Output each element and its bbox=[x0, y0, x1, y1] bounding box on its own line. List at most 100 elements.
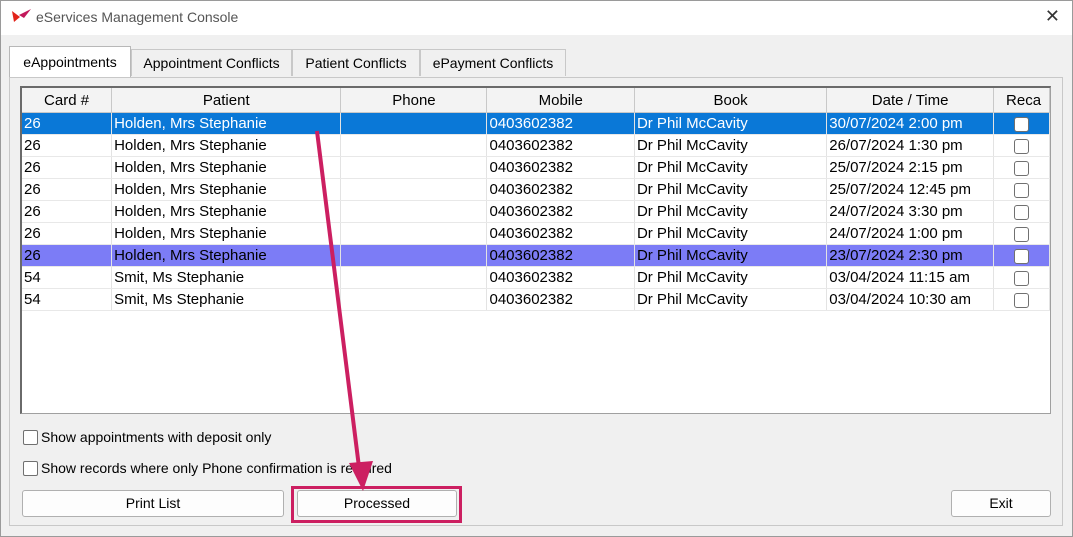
app-logo-icon bbox=[12, 9, 31, 22]
cell-card: 26 bbox=[22, 244, 113, 267]
table-row[interactable]: 54 Smit, Ms Stephanie 0403602382 Dr Phil Mc… bbox=[22, 288, 1050, 311]
cell-book: Dr Phil McCavity bbox=[634, 200, 828, 223]
title-bar: eServices Management Console ✕ bbox=[1, 1, 1072, 35]
cell-datetime: 26/07/2024 1:30 pm bbox=[826, 134, 995, 157]
table-row[interactable]: 26 Holden, Mrs Stephanie 0403602382 Dr Phil… bbox=[22, 178, 1050, 201]
cell-patient: Holden, Mrs Stephanie bbox=[111, 134, 342, 157]
window-title: eServices Management Console bbox=[36, 9, 239, 25]
column-header-phone[interactable]: Phone bbox=[340, 88, 488, 113]
tab-patient-conflicts[interactable]: Patient Conflicts bbox=[292, 49, 420, 76]
phone-confirmation-option[interactable]: Show records where only Phone confirmati… bbox=[23, 460, 392, 476]
cell-recall bbox=[993, 134, 1050, 157]
close-icon[interactable]: ✕ bbox=[1045, 6, 1060, 27]
cell-patient: Smit, Ms Stephanie bbox=[111, 266, 342, 289]
cell-datetime: 25/07/2024 2:15 pm bbox=[826, 156, 995, 179]
recall-checkbox[interactable] bbox=[1014, 270, 1030, 286]
cell-phone bbox=[340, 288, 488, 311]
cell-mobile: 0403602382 bbox=[486, 156, 635, 179]
cell-phone bbox=[340, 178, 488, 201]
recall-checkbox[interactable] bbox=[1014, 138, 1030, 154]
cell-datetime: 23/07/2024 2:30 pm bbox=[826, 244, 995, 267]
cell-mobile: 0403602382 bbox=[486, 288, 635, 311]
deposit-only-option[interactable]: Show appointments with deposit only bbox=[23, 429, 271, 445]
cell-mobile: 0403602382 bbox=[486, 244, 635, 267]
annotation-highlight-box bbox=[291, 486, 462, 523]
cell-book: Dr Phil McCavity bbox=[634, 266, 828, 289]
cell-mobile: 0403602382 bbox=[486, 222, 635, 245]
column-header-book[interactable]: Book bbox=[634, 88, 828, 113]
cell-book: Dr Phil McCavity bbox=[634, 288, 828, 311]
cell-phone bbox=[340, 266, 488, 289]
cell-mobile: 0403602382 bbox=[486, 200, 635, 223]
cell-card: 26 bbox=[22, 112, 113, 135]
cell-book: Dr Phil McCavity bbox=[634, 222, 828, 245]
cell-recall bbox=[993, 178, 1050, 201]
cell-book: Dr Phil McCavity bbox=[634, 112, 828, 135]
cell-phone bbox=[340, 200, 488, 223]
cell-patient: Holden, Mrs Stephanie bbox=[111, 112, 342, 135]
cell-patient: Holden, Mrs Stephanie bbox=[111, 200, 342, 223]
recall-checkbox[interactable] bbox=[1014, 248, 1030, 264]
cell-card: 54 bbox=[22, 288, 113, 311]
deposit-only-checkbox[interactable] bbox=[23, 429, 38, 445]
cell-phone bbox=[340, 156, 488, 179]
cell-book: Dr Phil McCavity bbox=[634, 156, 828, 179]
phone-confirmation-checkbox[interactable] bbox=[23, 460, 38, 476]
cell-datetime: 24/07/2024 1:00 pm bbox=[826, 222, 995, 245]
table-row[interactable]: 26 Holden, Mrs Stephanie 0403602382 Dr Phil… bbox=[22, 244, 1050, 267]
tab-epayment-conflicts[interactable]: ePayment Conflicts bbox=[420, 49, 566, 76]
cell-recall bbox=[993, 156, 1050, 179]
cell-card: 26 bbox=[22, 156, 113, 179]
cell-patient: Holden, Mrs Stephanie bbox=[111, 222, 342, 245]
column-header-mobile[interactable]: Mobile bbox=[486, 88, 635, 113]
column-header-recall[interactable]: Reca bbox=[993, 88, 1050, 113]
cell-card: 26 bbox=[22, 200, 113, 223]
cell-book: Dr Phil McCavity bbox=[634, 244, 828, 267]
recall-checkbox[interactable] bbox=[1014, 204, 1030, 220]
recall-checkbox[interactable] bbox=[1014, 292, 1030, 308]
cell-card: 26 bbox=[22, 178, 113, 201]
column-header-datetime[interactable]: Date / Time bbox=[826, 88, 995, 113]
tab-appointment-conflicts[interactable]: Appointment Conflicts bbox=[131, 49, 292, 76]
column-header-card[interactable]: Card # bbox=[22, 88, 113, 113]
recall-checkbox[interactable] bbox=[1014, 160, 1030, 176]
column-header-patient[interactable]: Patient bbox=[111, 88, 342, 113]
recall-checkbox[interactable] bbox=[1014, 226, 1030, 242]
cell-book: Dr Phil McCavity bbox=[634, 134, 828, 157]
cell-patient: Smit, Ms Stephanie bbox=[111, 288, 342, 311]
tab-eappointments[interactable]: eAppointments bbox=[9, 46, 131, 77]
cell-recall bbox=[993, 244, 1050, 267]
appointments-table: Card # Patient Phone Mobile Book Date / … bbox=[22, 88, 1050, 311]
cell-recall bbox=[993, 288, 1050, 311]
cell-recall bbox=[993, 112, 1050, 135]
exit-button[interactable]: Exit bbox=[951, 490, 1051, 517]
cell-card: 26 bbox=[22, 222, 113, 245]
table-header-row: Card # Patient Phone Mobile Book Date / … bbox=[22, 88, 1050, 113]
recall-checkbox[interactable] bbox=[1014, 182, 1030, 198]
table-row[interactable]: 26 Holden, Mrs Stephanie 0403602382 Dr Phil… bbox=[22, 222, 1050, 245]
cell-mobile: 0403602382 bbox=[486, 178, 635, 201]
cell-datetime: 30/07/2024 2:00 pm bbox=[826, 112, 995, 135]
cell-book: Dr Phil McCavity bbox=[634, 178, 828, 201]
cell-card: 26 bbox=[22, 134, 113, 157]
cell-mobile: 0403602382 bbox=[486, 112, 635, 135]
table-row[interactable]: 26 Holden, Mrs Stephanie 0403602382 Dr Phil… bbox=[22, 156, 1050, 179]
cell-patient: Holden, Mrs Stephanie bbox=[111, 178, 342, 201]
app-window: eServices Management Console ✕ eAppointm… bbox=[0, 0, 1073, 537]
table-row[interactable]: 26 Holden, Mrs Stephanie 0403602382 Dr Phil… bbox=[22, 200, 1050, 223]
cell-phone bbox=[340, 112, 488, 135]
cell-recall bbox=[993, 266, 1050, 289]
cell-mobile: 0403602382 bbox=[486, 134, 635, 157]
cell-datetime: 24/07/2024 3:30 pm bbox=[826, 200, 995, 223]
cell-patient: Holden, Mrs Stephanie bbox=[111, 244, 342, 267]
recall-checkbox[interactable] bbox=[1014, 116, 1030, 132]
cell-phone bbox=[340, 134, 488, 157]
cell-mobile: 0403602382 bbox=[486, 266, 635, 289]
print-list-button[interactable]: Print List bbox=[22, 490, 284, 517]
table-row[interactable]: 26 Holden, Mrs Stephanie 0403602382 Dr Phil… bbox=[22, 134, 1050, 157]
deposit-only-label: Show appointments with deposit only bbox=[41, 429, 272, 445]
appointments-grid[interactable]: Card # Patient Phone Mobile Book Date / … bbox=[20, 86, 1051, 414]
table-row[interactable]: 54 Smit, Ms Stephanie 0403602382 Dr Phil Mc… bbox=[22, 266, 1050, 289]
cell-recall bbox=[993, 222, 1050, 245]
table-row[interactable]: 26 Holden, Mrs Stephanie 0403602382 Dr Phil… bbox=[22, 112, 1050, 135]
